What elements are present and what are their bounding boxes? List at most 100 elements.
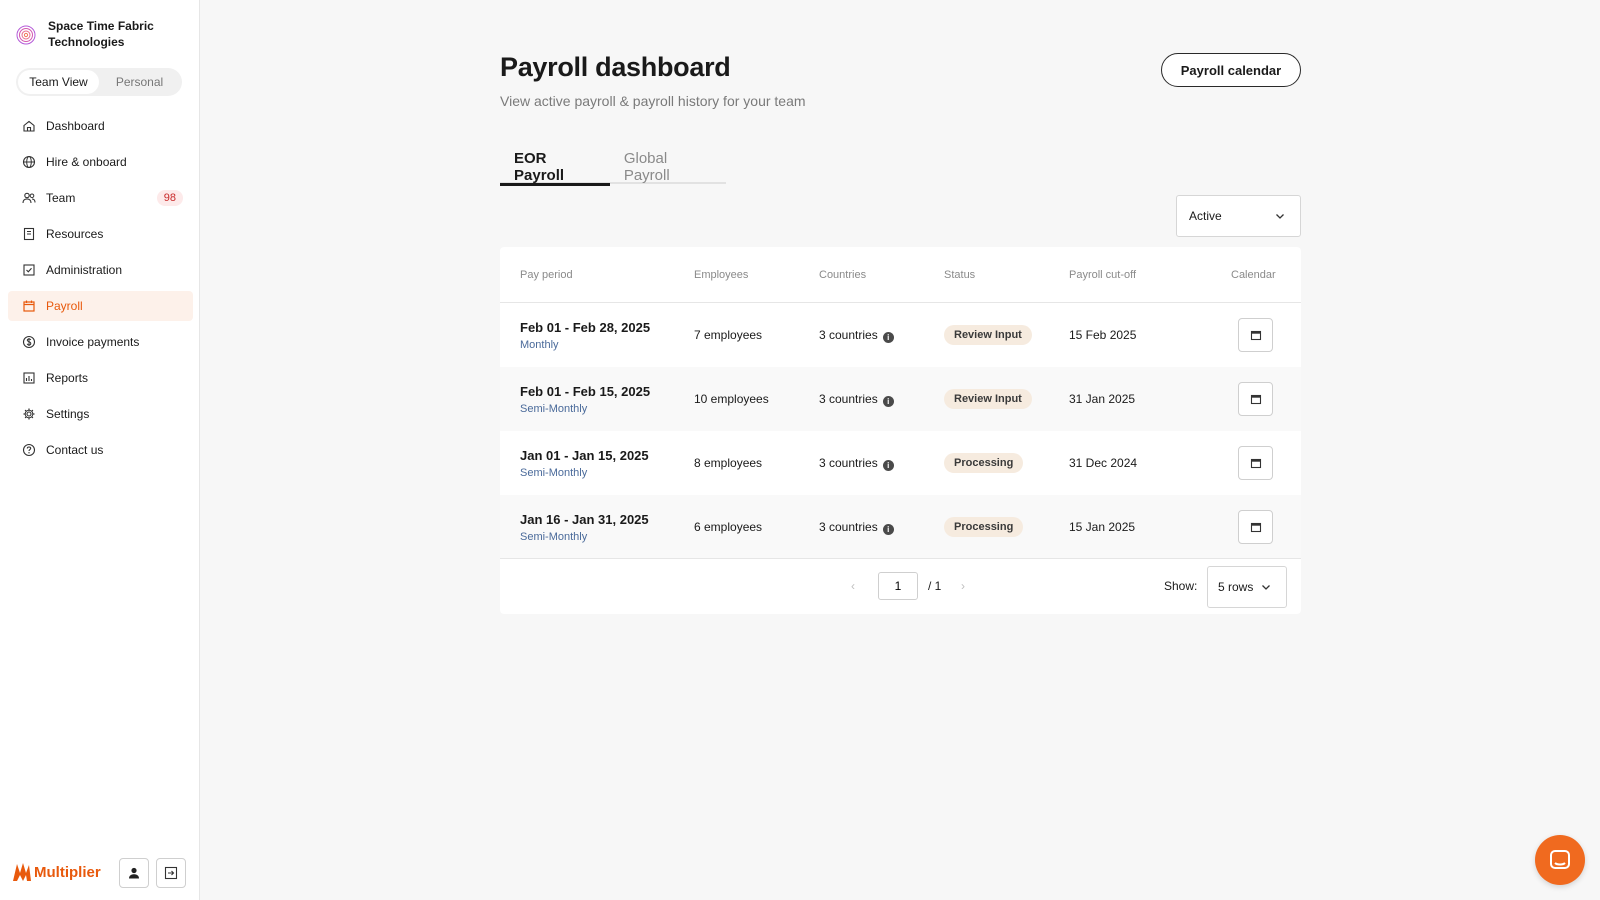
sidebar-item-label: Dashboard xyxy=(46,119,105,133)
sidebar-item-label: Invoice payments xyxy=(46,335,140,349)
status-cell: Review Input xyxy=(944,325,1032,345)
status-cell: Review Input xyxy=(944,389,1032,409)
pay-period-cell: Jan 01 - Jan 15, 2025 Semi-Monthly xyxy=(520,448,649,479)
personal-view-toggle[interactable]: Personal xyxy=(99,70,180,94)
pay-period: Feb 01 - Feb 15, 2025 xyxy=(520,383,651,399)
sidebar-item-label: Reports xyxy=(46,371,89,385)
people-icon xyxy=(22,191,36,205)
payroll-calendar-button[interactable]: Payroll calendar xyxy=(1161,53,1301,87)
sidebar-item-label: Hire & onboard xyxy=(46,155,127,169)
countries-cell: 3 countries i xyxy=(819,392,894,407)
sidebar-item-dashboard[interactable]: Dashboard xyxy=(8,111,193,141)
sidebar-item-invoice-payments[interactable]: Invoice payments xyxy=(8,327,193,357)
sidebar-item-resources[interactable]: Resources xyxy=(8,219,193,249)
tab-eor-payroll[interactable]: EOR Payroll xyxy=(500,140,610,186)
sidebar-item-settings[interactable]: Settings xyxy=(8,399,193,429)
profile-button[interactable] xyxy=(119,858,149,888)
chat-icon xyxy=(1547,847,1573,873)
row-calendar-button[interactable] xyxy=(1238,318,1273,352)
status-cell: Processing xyxy=(944,517,1024,537)
pay-frequency: Semi-Monthly xyxy=(520,402,588,415)
sidebar-item-administration[interactable]: Administration xyxy=(8,255,193,285)
column-header-status: Status xyxy=(944,268,976,281)
column-header-employees: Employees xyxy=(694,268,749,281)
column-header-payroll-cutoff: Payroll cut-off xyxy=(1069,268,1137,281)
team-count-badge: 98 xyxy=(156,190,183,206)
status-filter-dropdown[interactable]: Active xyxy=(1176,195,1301,237)
payroll-tabs: EOR Payroll Global Payroll xyxy=(500,140,726,186)
payroll-cutoff: 31 Dec 2024 xyxy=(1069,456,1138,470)
countries-cell: 3 countries i xyxy=(819,328,894,343)
info-icon[interactable]: i xyxy=(882,395,894,407)
calendar-icon xyxy=(22,299,36,313)
chart-icon xyxy=(22,371,36,385)
employees-count: 7 employees xyxy=(694,328,763,342)
info-icon[interactable]: i xyxy=(882,523,894,535)
row-calendar-button[interactable] xyxy=(1238,510,1273,544)
sidebar-item-contact-us[interactable]: Contact us xyxy=(8,435,193,465)
page-subtitle: View active payroll & payroll history fo… xyxy=(500,93,806,109)
next-page-button[interactable]: › xyxy=(961,579,965,593)
pay-period: Jan 16 - Jan 31, 2025 xyxy=(520,511,649,527)
sidebar-item-label: Resources xyxy=(46,227,104,241)
rows-per-page-dropdown[interactable]: 5 rows xyxy=(1207,566,1287,608)
prev-page-button[interactable]: ‹ xyxy=(851,579,855,593)
sidebar-item-team[interactable]: Team 98 xyxy=(8,183,193,213)
sidebar-item-payroll[interactable]: Payroll xyxy=(8,291,193,321)
status-badge: Processing xyxy=(944,453,1024,473)
pay-period-cell: Jan 16 - Jan 31, 2025 Semi-Monthly xyxy=(520,512,649,543)
pay-period-cell: Feb 01 - Feb 15, 2025 Semi-Monthly xyxy=(520,384,650,415)
gear-icon xyxy=(22,407,36,421)
view-toggle: Team View Personal xyxy=(16,68,182,96)
countries-count: 3 countries xyxy=(819,455,878,470)
sidebar-footer: Multiplier xyxy=(0,844,200,900)
row-calendar-button[interactable] xyxy=(1238,382,1273,416)
calendar-icon xyxy=(1250,393,1262,405)
user-icon xyxy=(127,866,141,880)
status-badge: Processing xyxy=(944,517,1024,537)
table-row[interactable]: Feb 01 - Feb 28, 2025 Monthly 7 employee… xyxy=(500,303,1301,367)
info-icon[interactable]: i xyxy=(882,331,894,343)
brand-logo: Multiplier xyxy=(12,861,101,883)
book-icon xyxy=(22,227,36,241)
pay-period: Jan 01 - Jan 15, 2025 xyxy=(520,447,649,463)
tab-global-payroll[interactable]: Global Payroll xyxy=(610,140,726,184)
sidebar-item-label: Settings xyxy=(46,407,90,421)
column-header-pay-period: Pay period xyxy=(520,268,573,281)
sidebar: Space Time Fabric Technologies Team View… xyxy=(0,0,200,900)
status-badge: Review Input xyxy=(944,325,1032,345)
payroll-table: Pay period Employees Countries Status Pa… xyxy=(500,247,1301,614)
calendar-icon xyxy=(1250,329,1262,341)
employees-count: 8 employees xyxy=(694,456,763,470)
org-name: Space Time Fabric Technologies xyxy=(48,19,154,49)
countries-count: 3 countries xyxy=(819,391,878,406)
sidebar-item-label: Payroll xyxy=(46,299,83,313)
row-calendar-button[interactable] xyxy=(1238,446,1273,480)
help-icon xyxy=(22,443,36,457)
table-row[interactable]: Jan 01 - Jan 15, 2025 Semi-Monthly 8 emp… xyxy=(500,431,1301,495)
status-filter-value: Active xyxy=(1189,209,1222,223)
page-number-input[interactable] xyxy=(878,572,918,600)
dollar-icon xyxy=(22,335,36,349)
sidebar-item-hire-onboard[interactable]: Hire & onboard xyxy=(8,147,193,177)
countries-count: 3 countries xyxy=(819,327,878,342)
payroll-cutoff: 15 Feb 2025 xyxy=(1069,328,1137,342)
column-header-countries: Countries xyxy=(819,268,867,281)
page-title: Payroll dashboard xyxy=(500,52,731,82)
column-header-calendar: Calendar xyxy=(1231,268,1276,281)
payroll-cutoff: 31 Jan 2025 xyxy=(1069,392,1136,406)
org-logo-icon xyxy=(14,22,38,46)
status-cell: Processing xyxy=(944,453,1024,473)
table-row[interactable]: Jan 16 - Jan 31, 2025 Semi-Monthly 6 emp… xyxy=(500,495,1301,559)
chat-support-button[interactable] xyxy=(1535,835,1585,885)
sidebar-item-reports[interactable]: Reports xyxy=(8,363,193,393)
info-icon[interactable]: i xyxy=(882,459,894,471)
org-switcher[interactable]: Space Time Fabric Technologies xyxy=(14,18,168,50)
status-badge: Review Input xyxy=(944,389,1032,409)
chevron-down-icon xyxy=(1260,581,1272,593)
pay-frequency: Semi-Monthly xyxy=(520,466,588,479)
calendar-icon xyxy=(1250,521,1262,533)
team-view-toggle[interactable]: Team View xyxy=(18,70,99,94)
logout-button[interactable] xyxy=(156,858,186,888)
table-row[interactable]: Feb 01 - Feb 15, 2025 Semi-Monthly 10 em… xyxy=(500,367,1301,431)
